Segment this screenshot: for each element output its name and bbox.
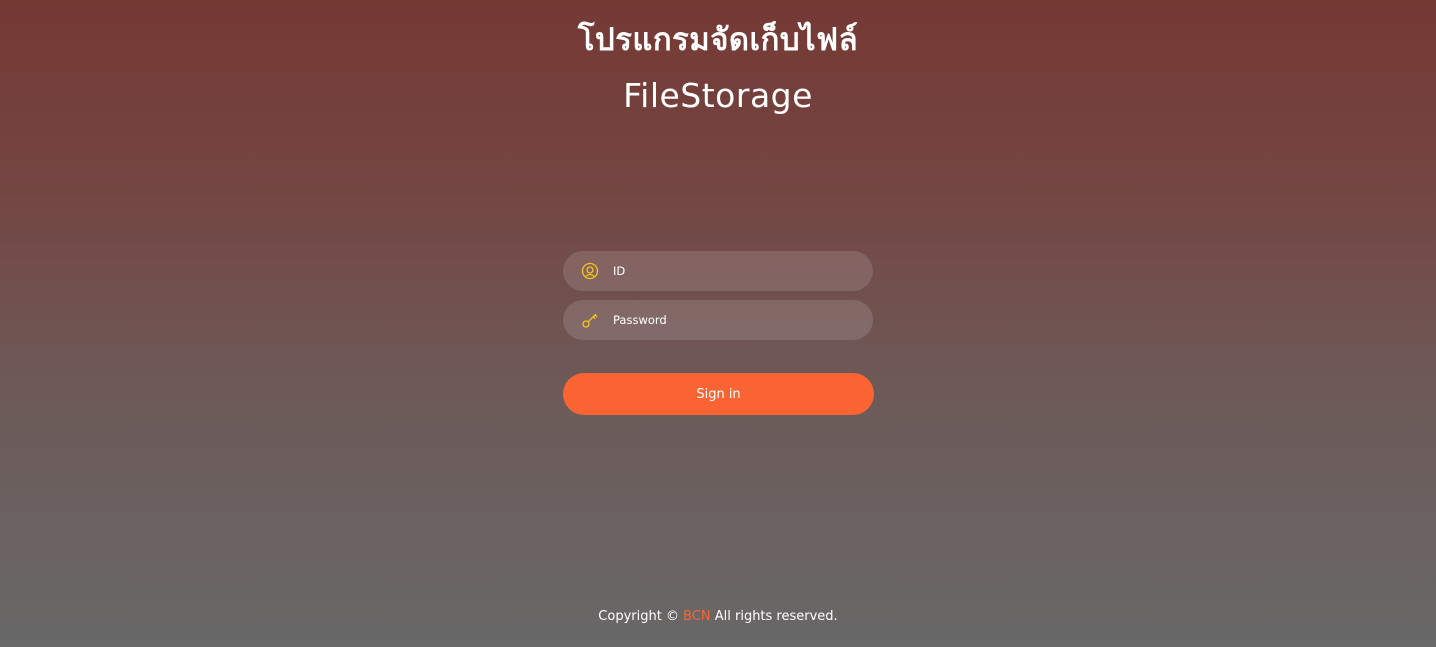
copyright-suffix: All rights reserved. <box>714 609 838 624</box>
id-field-container[interactable] <box>563 251 873 291</box>
copyright-prefix: Copyright © <box>598 609 679 624</box>
copyright-brand: BCN <box>683 609 711 624</box>
footer-copyright: Copyright © BCN All rights reserved. <box>0 609 1436 624</box>
app-title: FileStorage <box>623 76 813 115</box>
page-title-thai: โปรแกรมจัดเก็บไฟล์ <box>577 22 859 58</box>
sign-in-button[interactable]: Sign in <box>563 373 874 415</box>
password-field-container[interactable] <box>563 300 873 340</box>
password-input[interactable] <box>613 300 863 340</box>
id-input[interactable] <box>613 251 863 291</box>
user-circle-icon <box>580 261 600 281</box>
key-icon <box>580 310 600 330</box>
